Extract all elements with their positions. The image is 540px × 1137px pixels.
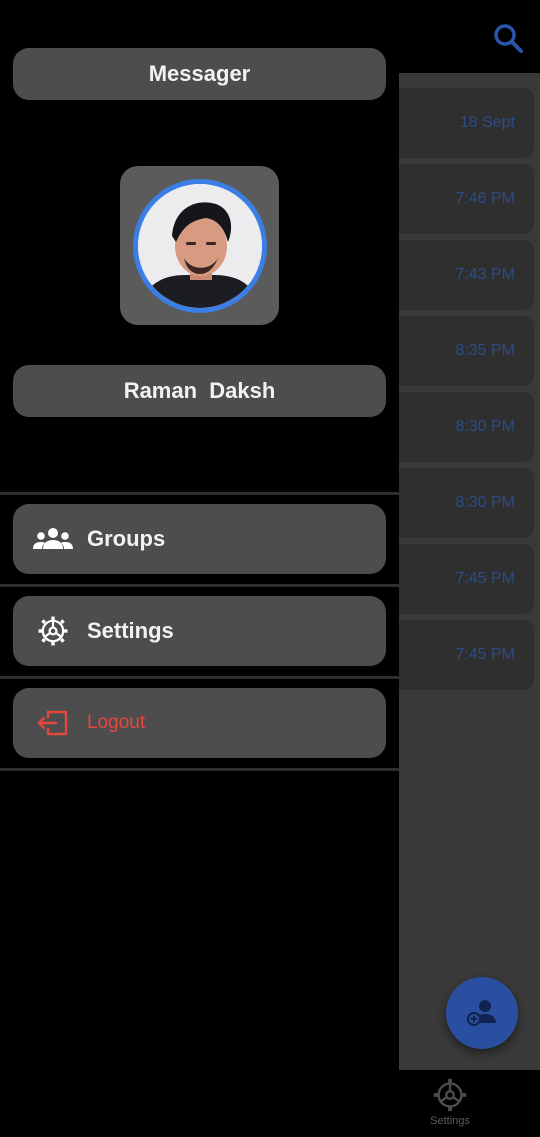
profile-photo xyxy=(137,183,262,308)
divider xyxy=(0,492,399,495)
profile-avatar-box[interactable] xyxy=(120,166,279,325)
menu-item-groups[interactable]: Groups xyxy=(13,504,386,574)
bottom-nav-settings[interactable]: Settings xyxy=(410,1070,490,1137)
menu-item-label: Logout xyxy=(87,712,146,733)
bottom-nav-settings-label: Settings xyxy=(430,1115,470,1127)
app-title: Messager xyxy=(148,61,251,86)
divider xyxy=(0,768,399,771)
chat-time: 8:30 PM xyxy=(455,418,515,435)
chat-time: 7:45 PM xyxy=(455,646,515,663)
menu-item-label: Groups xyxy=(87,526,166,551)
groups-icon xyxy=(33,504,73,574)
search-button[interactable] xyxy=(490,20,526,56)
avatar xyxy=(132,178,267,313)
app-title-banner: Messager xyxy=(13,48,386,100)
chat-time: 7:43 PM xyxy=(455,266,515,283)
menu-item-logout[interactable]: Logout xyxy=(13,688,386,758)
search-icon xyxy=(494,24,523,53)
divider xyxy=(0,676,399,679)
logout-icon xyxy=(33,688,73,758)
menu-item-settings[interactable]: Settings xyxy=(13,596,386,666)
user-name: Raman Daksh xyxy=(123,378,276,403)
menu-item-label: Settings xyxy=(87,618,174,643)
gear-icon xyxy=(433,1078,467,1112)
chat-time: 7:45 PM xyxy=(455,570,515,587)
user-name-banner: Raman Daksh xyxy=(13,365,386,417)
navigation-drawer: Messager Raman Daksh Groups Settings Log… xyxy=(0,0,399,1137)
chat-time: 18 Sept xyxy=(459,114,515,131)
divider xyxy=(0,584,399,587)
chat-time: 8:35 PM xyxy=(455,342,515,359)
chat-time: 7:46 PM xyxy=(455,190,515,207)
add-person-icon xyxy=(467,1000,496,1026)
gear-icon xyxy=(33,596,73,666)
chat-time: 8:30 PM xyxy=(455,494,515,511)
add-contact-button[interactable] xyxy=(446,977,518,1049)
